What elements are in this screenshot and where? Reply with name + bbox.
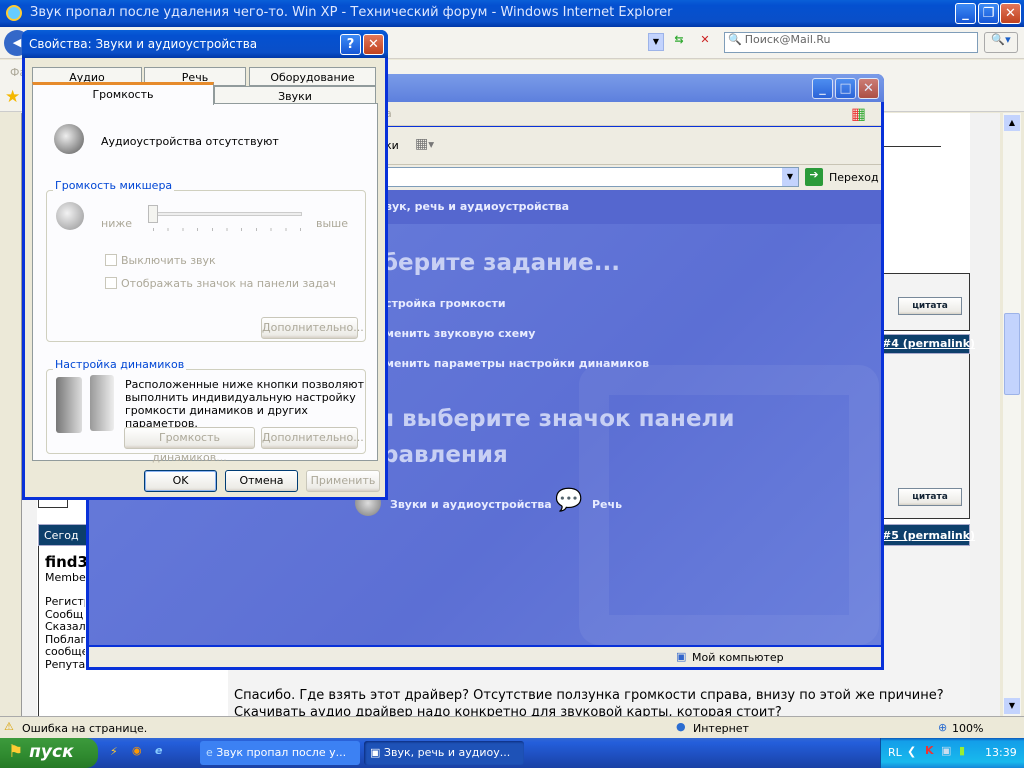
ie-status-bar: ⚠ Ошибка на странице. ● Интернет ⊕ 100% xyxy=(0,716,1024,738)
mixer-advanced-button[interactable]: Дополнительно... xyxy=(261,317,364,339)
volume-slider[interactable] xyxy=(150,212,302,216)
address-dropdown[interactable]: ▼ xyxy=(648,33,664,51)
favorites-star-icon[interactable]: ★ xyxy=(5,87,20,107)
computer-icon: ▣ xyxy=(676,650,687,663)
dialog-title: Свойства: Звуки и аудиоустройства xyxy=(29,37,258,51)
control-panel-icon: ▣ xyxy=(370,746,381,759)
task-sound-scheme[interactable]: менить звуковую схему xyxy=(385,327,535,340)
taskbar-item-control-panel[interactable]: ▣ Звук, речь и аудиоу... xyxy=(364,741,524,765)
help-button[interactable]: ? xyxy=(340,34,361,55)
cp-close-button[interactable]: ✕ xyxy=(858,78,879,99)
post5-user-info: РегистрСообщСказалПоблагсообщеРепута xyxy=(45,596,85,671)
taskbar: ⚑ пуск ⚡ ◉ e e Звук пропал после у... ▣ … xyxy=(0,738,1024,768)
search-button[interactable]: 🔍▾ xyxy=(984,32,1018,53)
cp-address-dropdown[interactable]: ▼ xyxy=(782,168,798,186)
apply-button[interactable]: Применить xyxy=(306,470,380,492)
views-button[interactable]: ▦▾ xyxy=(415,136,447,156)
quote-button[interactable]: цитата xyxy=(898,297,962,315)
tab-volume[interactable]: Громкость xyxy=(32,82,214,105)
scroll-up-button[interactable]: ▲ xyxy=(1004,115,1020,131)
sounds-devices-link[interactable]: Звуки и аудиоустройства xyxy=(390,498,552,511)
ie-title: Звук пропал после удаления чего-то. Win … xyxy=(30,5,673,20)
post5-username[interactable]: find3 xyxy=(45,553,88,571)
sound-properties-dialog: Свойства: Звуки и аудиоустройства ? ✕ Ау… xyxy=(22,30,388,500)
refresh-button[interactable]: ⇆ xyxy=(670,33,688,51)
mixer-speaker-icon xyxy=(56,202,84,230)
cp-minimize-button[interactable]: _ xyxy=(812,78,833,99)
speakers-image-icon xyxy=(56,377,82,433)
scroll-down-button[interactable]: ▼ xyxy=(1004,698,1020,714)
task-volume[interactable]: стройка громкости xyxy=(385,297,506,310)
go-arrow-icon[interactable]: ➔ xyxy=(805,168,823,186)
stop-button[interactable]: ✕ xyxy=(696,33,714,51)
tab-sounds[interactable]: Звуки xyxy=(214,86,376,104)
speech-icon[interactable]: 💬 xyxy=(555,488,582,513)
globe-icon: ● xyxy=(676,720,686,733)
no-devices-text: Аудиоустройства отсутствуют xyxy=(101,135,279,148)
pick-icon-heading-2: равления xyxy=(382,442,508,468)
ie-icon xyxy=(6,5,22,21)
zone-text: Интернет xyxy=(693,722,749,735)
post5-role: Membe xyxy=(45,571,86,584)
pick-icon-heading: и выберите значок панели xyxy=(378,406,735,432)
quote-button[interactable]: цитата xyxy=(898,488,962,506)
warning-icon[interactable]: ⚠ xyxy=(4,720,14,733)
minimize-button[interactable]: _ xyxy=(955,3,976,24)
ie-title-bar: Звук пропал после удаления чего-то. Win … xyxy=(0,0,1024,27)
search-icon: 🔍 xyxy=(728,33,742,46)
zoom-icon: ⊕ xyxy=(938,721,948,734)
dialog-close-button[interactable]: ✕ xyxy=(363,34,384,55)
go-button[interactable]: Переход xyxy=(829,171,879,184)
tray-app-icon[interactable]: ▮ xyxy=(959,744,965,757)
mute-checkbox[interactable]: Выключить звук xyxy=(105,254,216,267)
post4-permalink[interactable]: #4 (permalink) xyxy=(882,337,975,350)
cancel-button[interactable]: Отмена xyxy=(225,470,298,492)
speakers-advanced-button[interactable]: Дополнительно... xyxy=(261,427,364,449)
status-text[interactable]: Ошибка на странице. xyxy=(22,722,147,735)
tray-icon-checkbox[interactable]: Отображать значок на панели задач xyxy=(105,277,336,290)
clock: 13:39 xyxy=(985,746,1017,759)
quicklaunch-icon[interactable]: ⚡ xyxy=(110,745,118,758)
zoom-level[interactable]: 100% xyxy=(952,722,983,735)
task-speaker-settings[interactable]: менить параметры настройки динамиков xyxy=(385,357,649,370)
start-button[interactable]: ⚑ пуск xyxy=(0,738,98,768)
ie-quicklaunch-icon[interactable]: e xyxy=(155,744,162,757)
antivirus-icon[interactable]: K xyxy=(925,744,934,757)
maximize-button[interactable]: ❐ xyxy=(978,3,999,24)
speaker-icon xyxy=(54,124,84,154)
scroll-thumb[interactable] xyxy=(1004,313,1020,395)
windows-logo-icon: ▦ xyxy=(851,104,867,123)
windows-flag-icon: ⚑ xyxy=(8,742,24,762)
post5-date: Сегод xyxy=(44,529,79,542)
page-scrollbar[interactable]: ▲ ▼ xyxy=(1003,113,1021,716)
language-indicator[interactable]: RL xyxy=(888,746,902,759)
speech-link[interactable]: Речь xyxy=(592,498,622,511)
search-input[interactable]: 🔍 Поиск@Mail.Ru xyxy=(724,32,978,53)
media-player-icon[interactable]: ◉ xyxy=(132,744,142,757)
cp-status-text: Мой компьютер xyxy=(692,651,784,664)
tray-expand-icon[interactable]: ❮ xyxy=(907,745,916,758)
ok-button[interactable]: OK xyxy=(144,470,217,492)
system-tray: RL ❮ K ▣ ▮ 13:39 xyxy=(880,738,1024,768)
post5-permalink[interactable]: #5 (permalink) xyxy=(882,529,975,542)
cp-status-bar: ▣ Мой компьютер xyxy=(89,647,881,667)
network-icon[interactable]: ▣ xyxy=(941,744,951,757)
speaker-volume-button[interactable]: Громкость динамиков... xyxy=(124,427,255,464)
mixer-group-label: Громкость микшера xyxy=(53,179,175,192)
tab-hardware[interactable]: Оборудование xyxy=(249,67,376,86)
high-label: выше xyxy=(316,217,349,230)
speakers-group-label: Настройка динамиков xyxy=(53,358,187,371)
ie-icon: e xyxy=(206,746,213,759)
speakers-description: Расположенные ниже кнопки позволяют выпо… xyxy=(125,378,364,430)
low-label: ниже xyxy=(101,217,133,230)
cp-maximize-button[interactable]: □ xyxy=(835,78,856,99)
cp-breadcrumb: вук, речь и аудиоустройства xyxy=(385,200,570,213)
volume-slider-thumb[interactable] xyxy=(148,205,158,223)
close-button[interactable]: ✕ xyxy=(1000,3,1021,24)
pick-task-heading: берите задание... xyxy=(382,250,620,276)
taskbar-item-ie[interactable]: e Звук пропал после у... xyxy=(200,741,360,765)
